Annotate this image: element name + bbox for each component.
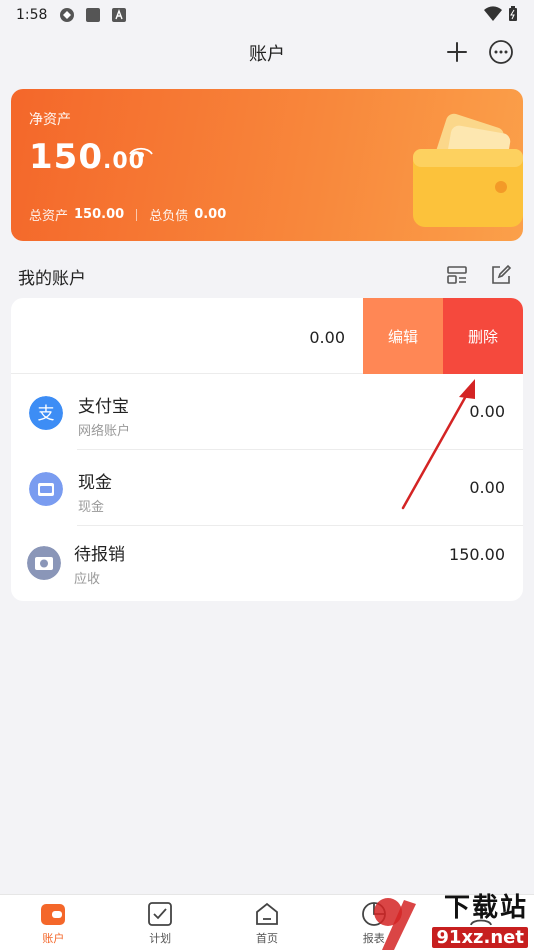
tab-label: 账户 [42,932,65,945]
account-type: 现金 [78,500,105,515]
account-row-reimburse[interactable]: 待报销 应收 150.00 [11,526,523,601]
account-row-alipay[interactable]: 支 支付宝 网络账户 0.00 [11,374,523,450]
chart-tab-icon [361,902,386,926]
tab-label: 报表 [362,932,385,945]
a-notification-icon [112,8,127,22]
account-row-swiped[interactable]: 0.00 编辑 删除 [11,298,523,374]
cash-icon [29,472,63,506]
account-amount: 0.00 [469,478,505,497]
status-time: 1:58 [16,7,48,23]
add-icon[interactable] [444,39,470,65]
net-asset-int: 150 [29,137,103,177]
tab-label: 首页 [255,932,278,945]
wallet-illustration-icon [413,113,523,227]
tab-report[interactable]: 报表 [320,895,427,950]
tab-label: 计划 [149,932,172,945]
net-asset-value: 150.00 [29,137,145,177]
reimburse-icon [27,546,61,580]
totals-divider [136,208,138,221]
delete-account-button[interactable]: 删除 [443,298,523,374]
square-notification-icon [86,8,101,22]
home-tab-icon [256,902,278,925]
total-liabilities-label: 总负债 [149,209,189,224]
account-name: 待报销 [74,545,125,565]
account-name: 现金 [78,473,112,493]
battery-icon [509,6,517,21]
edit-icon[interactable] [490,264,512,286]
more-icon[interactable] [488,39,514,65]
net-asset-card[interactable]: 净资产 150.00 总资产 150.00 总负债 0.00 [11,89,523,241]
tab-home[interactable]: 首页 [214,895,321,950]
user-tab-icon [469,904,492,926]
account-amount: 0.00 [469,402,505,421]
section-title: 我的账户 [18,269,86,289]
svg-text:支: 支 [38,404,55,424]
account-amount: 0.00 [309,328,345,347]
wallet-tab-icon [41,904,66,925]
tab-mine[interactable]: 我的 [427,895,534,950]
tab-label: 我的 [469,932,492,945]
total-assets-label: 总资产 [29,209,69,224]
account-amount: 150.00 [449,545,505,564]
alipay-icon: 支 [29,396,63,430]
wifi-icon [484,6,502,22]
edit-account-button[interactable]: 编辑 [363,298,443,374]
account-list: 0.00 编辑 删除 支 支付宝 网络账户 0.00 现金 现金 0.00 待报… [11,298,523,601]
app-notification-icon [60,8,75,22]
account-name: 支付宝 [78,397,129,417]
layout-icon[interactable] [446,264,468,286]
eye-icon[interactable] [129,146,153,162]
bottom-tab-bar: 账户 计划 首页 报表 我的 [0,894,534,950]
top-bar: 账户 [0,30,534,74]
account-type: 网络账户 [78,424,131,439]
tab-plan[interactable]: 计划 [107,895,214,950]
account-type: 应收 [74,572,101,587]
status-bar: 1:58 [0,0,534,30]
check-tab-icon [148,902,173,926]
my-accounts-header: 我的账户 [0,256,534,296]
totals-row: 总资产 150.00 总负债 0.00 [29,205,238,224]
total-assets-value: 150.00 [74,207,125,222]
total-liabilities-value: 0.00 [194,207,227,222]
tab-accounts[interactable]: 账户 [0,895,107,950]
account-row-cash[interactable]: 现金 现金 0.00 [11,450,523,526]
net-asset-label: 净资产 [29,112,71,128]
